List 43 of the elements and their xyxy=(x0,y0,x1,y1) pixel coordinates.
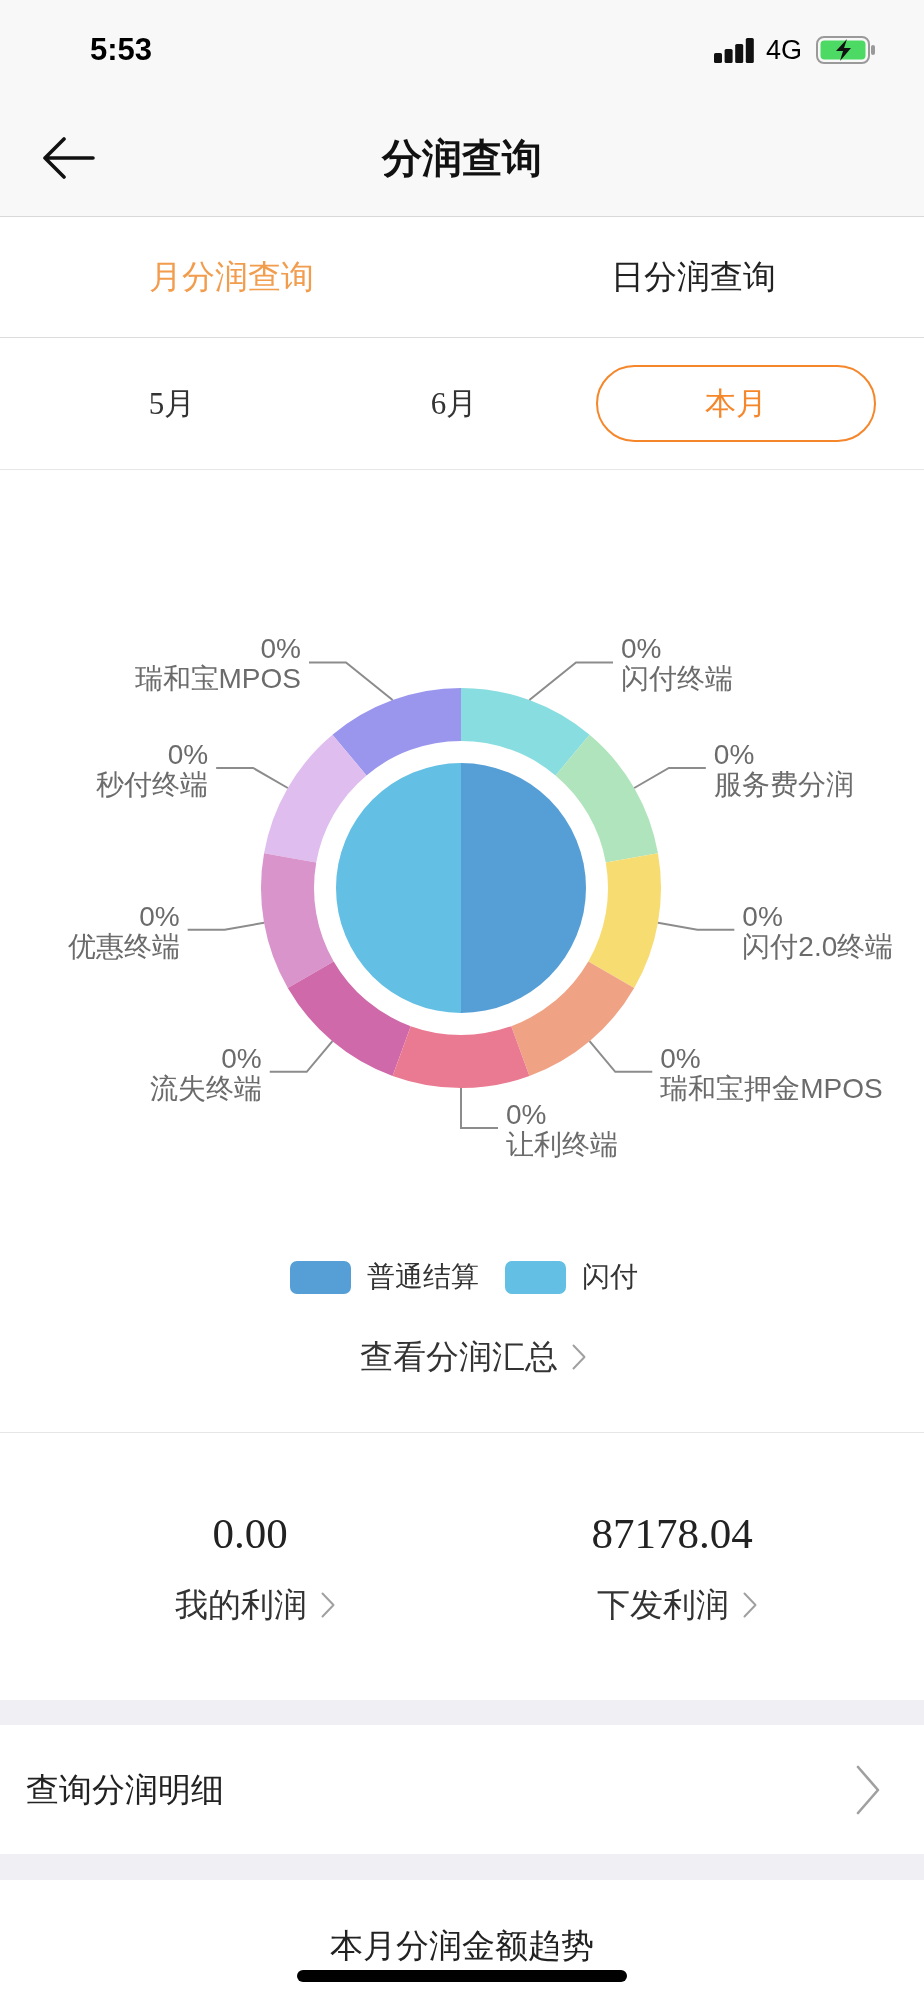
segment-label: 闪付2.0终端 xyxy=(742,930,894,962)
percent-label: 0% xyxy=(713,739,755,770)
profit-link[interactable]: 下发利润 xyxy=(587,1585,757,1625)
legend-label: 闪付 xyxy=(582,1260,638,1294)
segment-label: 瑞和宝MPOS xyxy=(134,663,301,695)
segment-label: 流失终端 xyxy=(149,1072,262,1104)
profit-amount: 0.00 xyxy=(212,1509,288,1559)
back-button[interactable] xyxy=(43,137,95,179)
segment-label: 让利终端 xyxy=(506,1129,618,1160)
leader-line xyxy=(268,1040,334,1073)
page-title: 分润查询 xyxy=(382,135,542,182)
signal-icon xyxy=(713,37,754,63)
segment-label: 服务费分润 xyxy=(713,769,854,800)
chevron-right-icon xyxy=(743,1592,757,1618)
percent-label: 0% xyxy=(660,1042,701,1074)
profit-link[interactable]: 我的利润 xyxy=(165,1585,335,1625)
chevron-right-icon xyxy=(572,1344,586,1370)
percent-label: 0% xyxy=(621,633,662,665)
back-arrow-icon xyxy=(43,137,95,179)
percent-label: 0% xyxy=(221,1042,262,1074)
leader-line xyxy=(460,1087,499,1129)
percent-label: 0% xyxy=(506,1099,547,1130)
percent-label: 0% xyxy=(167,739,209,770)
legend-label: 普通结算 xyxy=(367,1260,479,1294)
section-title: 本月分润金额趋势 xyxy=(330,1926,594,1966)
summary-link[interactable]: 查看分润汇总 xyxy=(338,1337,586,1377)
chevron-right-icon xyxy=(856,1764,880,1815)
percent-label: 0% xyxy=(742,900,783,932)
segment-label: 闪付终端 xyxy=(621,663,733,695)
battery-icon xyxy=(816,36,876,64)
status-time: 5:53 xyxy=(90,32,153,68)
month-button[interactable]: 5月 xyxy=(32,365,312,442)
percent-label: 0% xyxy=(139,900,180,932)
segment-label: 瑞和宝押金MPOS xyxy=(660,1072,883,1104)
tab[interactable]: 日分润查询 xyxy=(604,255,782,299)
profit-amount: 87178.04 xyxy=(591,1509,753,1559)
chevron-right-icon xyxy=(321,1592,335,1618)
segment-label: 秒付终端 xyxy=(96,769,209,800)
leader-line xyxy=(588,1040,654,1073)
network-label: 4G xyxy=(765,34,802,66)
segment-label: 优惠终端 xyxy=(67,930,180,962)
percent-label: 0% xyxy=(260,633,301,665)
month-button[interactable]: 6月 xyxy=(314,365,594,442)
